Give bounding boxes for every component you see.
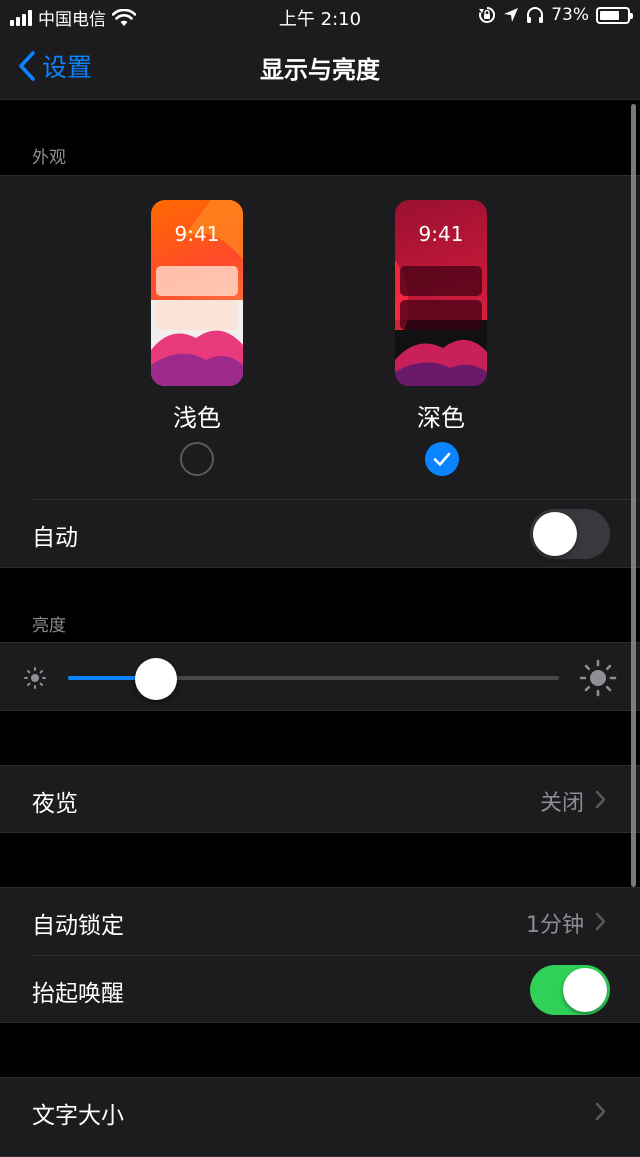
chevron-right-icon — [595, 912, 606, 931]
status-bar: 中国电信 上午 2:10 73% — [0, 0, 640, 32]
text-size-group: 文字大小 — [0, 1077, 640, 1157]
brightness-group — [0, 642, 640, 711]
light-mode-label: 浅色 — [173, 404, 221, 432]
auto-appearance-label: 自动 — [32, 525, 78, 551]
dark-preview[interactable]: 9:41 — [395, 200, 487, 386]
page-title: 显示与亮度 — [260, 56, 380, 84]
brightness-high-icon — [579, 659, 617, 697]
night-shift-value: 关闭 — [539, 791, 584, 816]
battery-percent: 73% — [551, 5, 589, 25]
dark-mode-label: 深色 — [417, 404, 465, 432]
appearance-header: 外观 — [32, 148, 66, 168]
appearance-group: 9:41 浅色 9:41 深色 自动 — [0, 175, 640, 568]
battery-icon — [596, 6, 633, 24]
text-size-label: 文字大小 — [32, 1103, 124, 1129]
chevron-right-icon — [595, 1102, 606, 1121]
dark-mode-radio[interactable] — [425, 442, 459, 476]
chevron-right-icon — [595, 790, 606, 809]
auto-appearance-row: 自动 — [0, 500, 640, 568]
dark-preview-time: 9:41 — [418, 222, 464, 246]
night-shift-label: 夜览 — [32, 791, 78, 817]
light-preview[interactable]: 9:41 — [151, 200, 243, 386]
lock-group: 自动锁定 1分钟 抬起唤醒 — [0, 887, 640, 1023]
scroll-indicator[interactable] — [631, 104, 636, 887]
brightness-low-icon — [24, 667, 46, 689]
light-notification — [156, 266, 238, 296]
headphones-icon — [527, 7, 544, 23]
auto-lock-row[interactable]: 自动锁定 1分钟 — [0, 888, 640, 956]
battery-fill — [600, 10, 619, 20]
navigation-bar: 设置 显示与亮度 — [0, 32, 640, 100]
raise-to-wake-row: 抬起唤醒 — [0, 956, 640, 1024]
light-preview-time: 9:41 — [174, 222, 220, 246]
dark-notification — [400, 300, 482, 330]
auto-appearance-toggle[interactable] — [530, 509, 610, 559]
brightness-header: 亮度 — [32, 616, 66, 636]
light-mode-radio[interactable] — [180, 442, 214, 476]
night-shift-row[interactable]: 夜览 关闭 — [0, 766, 640, 834]
rotation-lock-icon — [479, 6, 496, 23]
checkmark-icon — [433, 452, 451, 466]
auto-lock-value: 1分钟 — [526, 913, 584, 938]
raise-to-wake-toggle[interactable] — [530, 965, 610, 1015]
location-icon — [504, 8, 519, 22]
status-right: 73% — [478, 5, 633, 25]
dark-notification — [400, 266, 482, 296]
brightness-slider-thumb[interactable] — [135, 658, 178, 700]
auto-lock-label: 自动锁定 — [32, 913, 124, 939]
raise-to-wake-label: 抬起唤醒 — [32, 981, 124, 1007]
text-size-row[interactable]: 文字大小 — [0, 1078, 640, 1146]
light-notification — [156, 300, 238, 330]
night-shift-group: 夜览 关闭 — [0, 765, 640, 833]
